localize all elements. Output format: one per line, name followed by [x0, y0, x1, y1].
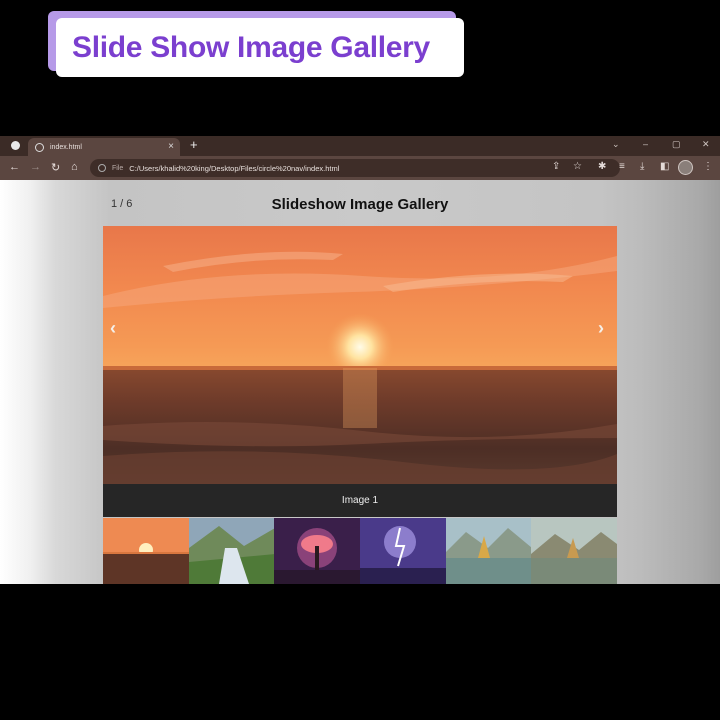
thumbnail-mountain-lake-reflection[interactable] [531, 518, 618, 584]
main-slide-image [103, 226, 617, 484]
minimize-button[interactable]: – [643, 139, 648, 149]
reading-list-icon[interactable]: ≡ [619, 161, 625, 172]
tab-bar: index.html × + ⌄ – ▢ ✕ [0, 136, 720, 156]
tab-search-dropdown-icon[interactable]: ⌄ [612, 139, 620, 150]
thumbnail-purple-lightning[interactable] [360, 518, 446, 584]
profile-avatar[interactable] [678, 160, 693, 175]
prev-slide-arrow[interactable]: ‹ [110, 318, 116, 339]
thumbnail-glowing-tree-night[interactable] [274, 518, 361, 584]
thumbnail-sunset-sea[interactable] [103, 518, 189, 584]
sidebar-icon[interactable]: ◧ [660, 161, 669, 172]
thumbnail-strip [103, 518, 618, 584]
page-content: 1 / 6 Slideshow Image Gallery ‹ › Image … [0, 180, 720, 584]
home-icon[interactable]: ⌂ [71, 161, 78, 173]
page-heading: Slideshow Image Gallery [0, 196, 720, 213]
download-icon[interactable]: ⤓ [640, 161, 644, 172]
tab-index[interactable]: index.html × [28, 138, 180, 156]
browser-window: index.html × + ⌄ – ▢ ✕ ← → ↻ ⌂ File C:/U… [0, 136, 720, 584]
extensions-icon[interactable]: ✱ [598, 161, 606, 172]
thumbnail-mountain-lake[interactable] [445, 518, 532, 584]
bookmark-star-icon[interactable]: ☆ [573, 161, 582, 172]
url-text[interactable]: C:/Users/khalid%20king/Desktop/Files/cir… [129, 164, 339, 173]
file-label: File [112, 164, 124, 172]
overlay-title: Slide Show Image Gallery [72, 30, 430, 64]
address-bar[interactable]: File C:/Users/khalid%20king/Desktop/File… [90, 159, 620, 177]
browser-toolbar: ← → ↻ ⌂ File C:/Users/khalid%20king/Desk… [0, 156, 720, 180]
share-icon[interactable]: ⇪ [552, 161, 560, 172]
globe-icon [35, 142, 44, 152]
close-tab-icon[interactable]: × [168, 141, 174, 152]
title-card: Slide Show Image Gallery [56, 18, 464, 77]
page-heading-text: Slideshow Image Gallery [271, 196, 449, 213]
video-frame: Slide Show Image Gallery index.html × + … [0, 0, 720, 720]
tab-title: index.html [50, 143, 82, 151]
next-slide-arrow[interactable]: › [598, 318, 604, 339]
new-tab-button[interactable]: + [190, 137, 198, 152]
back-icon[interactable]: ← [9, 161, 20, 173]
tab-search-icon[interactable] [11, 141, 20, 150]
site-info-icon[interactable] [98, 164, 106, 172]
close-window-button[interactable]: ✕ [702, 139, 710, 150]
reload-icon[interactable]: ↻ [51, 161, 60, 174]
maximize-button[interactable]: ▢ [672, 139, 681, 150]
slide-caption: Image 1 [103, 484, 617, 517]
forward-icon[interactable]: → [30, 161, 41, 173]
thumbnail-waterfall-meadow[interactable] [188, 518, 275, 584]
menu-kebab-icon[interactable]: ⋮ [703, 161, 713, 172]
